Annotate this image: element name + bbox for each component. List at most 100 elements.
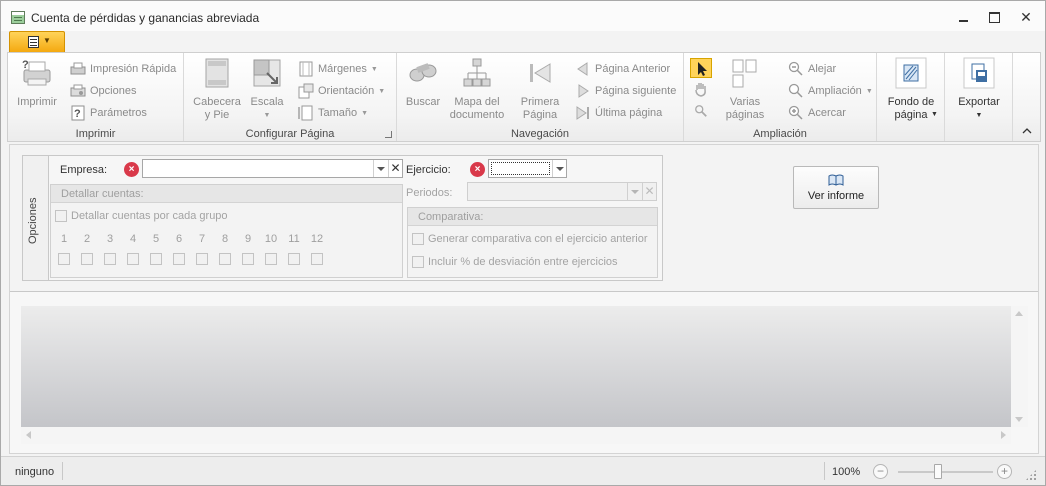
zoom-tool-button[interactable] <box>694 104 710 120</box>
close-button[interactable]: ✕ <box>1019 9 1033 25</box>
tamano-button[interactable]: Tamaño ▼ <box>298 104 368 122</box>
ejercicio-focus-value <box>491 162 550 175</box>
month-checkbox[interactable] <box>58 253 70 265</box>
opciones-button[interactable]: Opciones <box>70 82 136 100</box>
pagina-anterior-button[interactable]: Página Anterior <box>575 60 670 78</box>
generar-comparativa-label: Generar comparativa con el ejercicio ant… <box>428 233 648 245</box>
status-bar: ninguno 100% − + <box>1 456 1045 485</box>
dialog-launcher-icon[interactable] <box>385 131 392 138</box>
impresion-rapida-button[interactable]: Impresión Rápida <box>70 60 176 78</box>
month-checkbox[interactable] <box>311 253 323 265</box>
month-checkbox[interactable] <box>219 253 231 265</box>
pointer-tool-button[interactable] <box>690 58 712 78</box>
minimize-button[interactable] <box>956 10 970 24</box>
comparativa-title: Comparativa: <box>408 208 657 226</box>
month-label: 9 <box>244 233 252 245</box>
imprimir-label: Imprimir <box>17 96 57 108</box>
chevron-down-icon: ▼ <box>378 87 386 95</box>
hand-tool-button[interactable] <box>693 81 711 99</box>
month-checkbox[interactable] <box>81 253 93 265</box>
collapse-ribbon-icon[interactable] <box>1022 127 1032 135</box>
scroll-up-icon[interactable] <box>1015 311 1023 316</box>
primera-pagina-label: Primera Página <box>520 96 560 121</box>
month-checkbox[interactable] <box>196 253 208 265</box>
zoom-in-icon <box>788 105 803 120</box>
month-checkbox[interactable] <box>127 253 139 265</box>
zoom-out-button[interactable]: − <box>873 464 888 479</box>
scroll-left-icon[interactable] <box>26 431 31 439</box>
incluir-desviacion-label: Incluir % de desviación entre ejercicios <box>428 256 618 268</box>
checkbox-box[interactable] <box>412 256 424 268</box>
ejercicio-dropdown-button[interactable] <box>552 160 566 177</box>
buscar-button[interactable]: Buscar <box>401 57 445 109</box>
checkbox-box[interactable] <box>55 210 67 222</box>
empresa-dropdown-button[interactable] <box>373 160 387 177</box>
zoom-slider-track[interactable] <box>898 471 993 473</box>
chevron-down-icon: ▼ <box>361 109 369 117</box>
export-icon <box>963 57 995 89</box>
periodos-clear-button[interactable]: ✕ <box>642 183 656 200</box>
detallar-cuentas-title: Detallar cuentas: <box>51 185 402 203</box>
scroll-right-icon[interactable] <box>1001 431 1006 439</box>
parametros-button[interactable]: ? Parámetros <box>70 104 147 122</box>
month-checkbox[interactable] <box>265 253 277 265</box>
maximize-button[interactable] <box>987 10 1001 24</box>
month-checkbox[interactable] <box>104 253 116 265</box>
document-map-icon <box>463 58 491 87</box>
checkbox-box[interactable] <box>412 233 424 245</box>
zoom-slider-thumb[interactable] <box>933 464 942 479</box>
month-checkbox[interactable] <box>150 253 162 265</box>
ampliacion-button[interactable]: Ampliación ▼ <box>788 82 873 100</box>
ver-informe-button[interactable]: Ver informe <box>793 166 879 209</box>
empresa-clear-button[interactable]: ✕ <box>388 160 402 177</box>
orientation-icon <box>298 83 314 99</box>
ribbon-group-fondo: Fondo de página ▼ <box>877 53 945 141</box>
generar-comparativa-checkbox[interactable]: Generar comparativa con el ejercicio ant… <box>412 233 648 245</box>
month-checkbox[interactable] <box>173 253 185 265</box>
margenes-button[interactable]: Márgenes ▼ <box>298 60 378 78</box>
alejar-button[interactable]: Alejar <box>788 60 836 78</box>
margins-icon <box>299 61 313 77</box>
scroll-down-icon[interactable] <box>1015 417 1023 422</box>
month-checkbox[interactable] <box>242 253 254 265</box>
tamano-label: Tamaño <box>318 107 358 119</box>
multiple-pages-icon <box>732 59 757 88</box>
periodos-combo[interactable]: ✕ <box>467 182 657 201</box>
exportar-label: Exportar <box>958 96 1000 108</box>
ribbon-group-ampliacion: Varias páginas Alejar Ampliación ▼ Acerca… <box>684 53 877 141</box>
primera-pagina-button[interactable]: Primera Página <box>517 57 563 122</box>
vertical-scrollbar[interactable] <box>1011 306 1028 427</box>
varias-paginas-button[interactable]: Varias páginas <box>720 57 770 122</box>
escala-button[interactable]: Escala ▼ <box>246 57 288 122</box>
printer-icon: ? <box>22 59 51 86</box>
zoom-icon <box>788 83 803 98</box>
error-icon: × <box>124 162 139 177</box>
horizontal-scrollbar[interactable] <box>21 427 1011 444</box>
month-checkbox[interactable] <box>288 253 300 265</box>
document-menu-icon <box>28 36 39 48</box>
periodos-dropdown-button[interactable] <box>627 183 641 200</box>
zoom-out-icon <box>788 61 803 76</box>
month-label: 1 <box>60 233 68 245</box>
pagina-siguiente-button[interactable]: Página siguiente <box>575 82 676 100</box>
opciones-label: Opciones <box>90 85 137 97</box>
ultima-pagina-button[interactable]: Última página <box>575 104 662 122</box>
options-tab[interactable]: Opciones <box>23 156 49 280</box>
preview-canvas[interactable] <box>21 306 1011 427</box>
month-label: 6 <box>175 233 183 245</box>
acercar-button[interactable]: Acercar <box>788 104 846 122</box>
mapa-documento-button[interactable]: Mapa del documento <box>449 57 505 122</box>
cabecera-pie-button[interactable]: Cabecera y Pie <box>192 57 242 122</box>
empresa-combo[interactable]: ✕ <box>142 159 403 178</box>
incluir-desviacion-checkbox[interactable]: Incluir % de desviación entre ejercicios <box>412 256 618 268</box>
fondo-pagina-label: Fondo de página <box>887 96 935 121</box>
resize-grip-icon[interactable] <box>1025 469 1037 481</box>
options-tab-label: Opciones <box>27 197 39 244</box>
app-menu-button[interactable]: ▼ <box>9 31 65 52</box>
ejercicio-combo[interactable] <box>488 159 567 178</box>
detallar-cuentas-checkbox[interactable]: Detallar cuentas por cada grupo <box>55 210 228 222</box>
orientacion-button[interactable]: Orientación ▼ <box>298 82 385 100</box>
exportar-button[interactable]: Exportar ▼ <box>949 57 1009 122</box>
zoom-in-button[interactable]: + <box>997 464 1012 479</box>
imprimir-button[interactable]: ? Imprimir <box>14 57 60 109</box>
